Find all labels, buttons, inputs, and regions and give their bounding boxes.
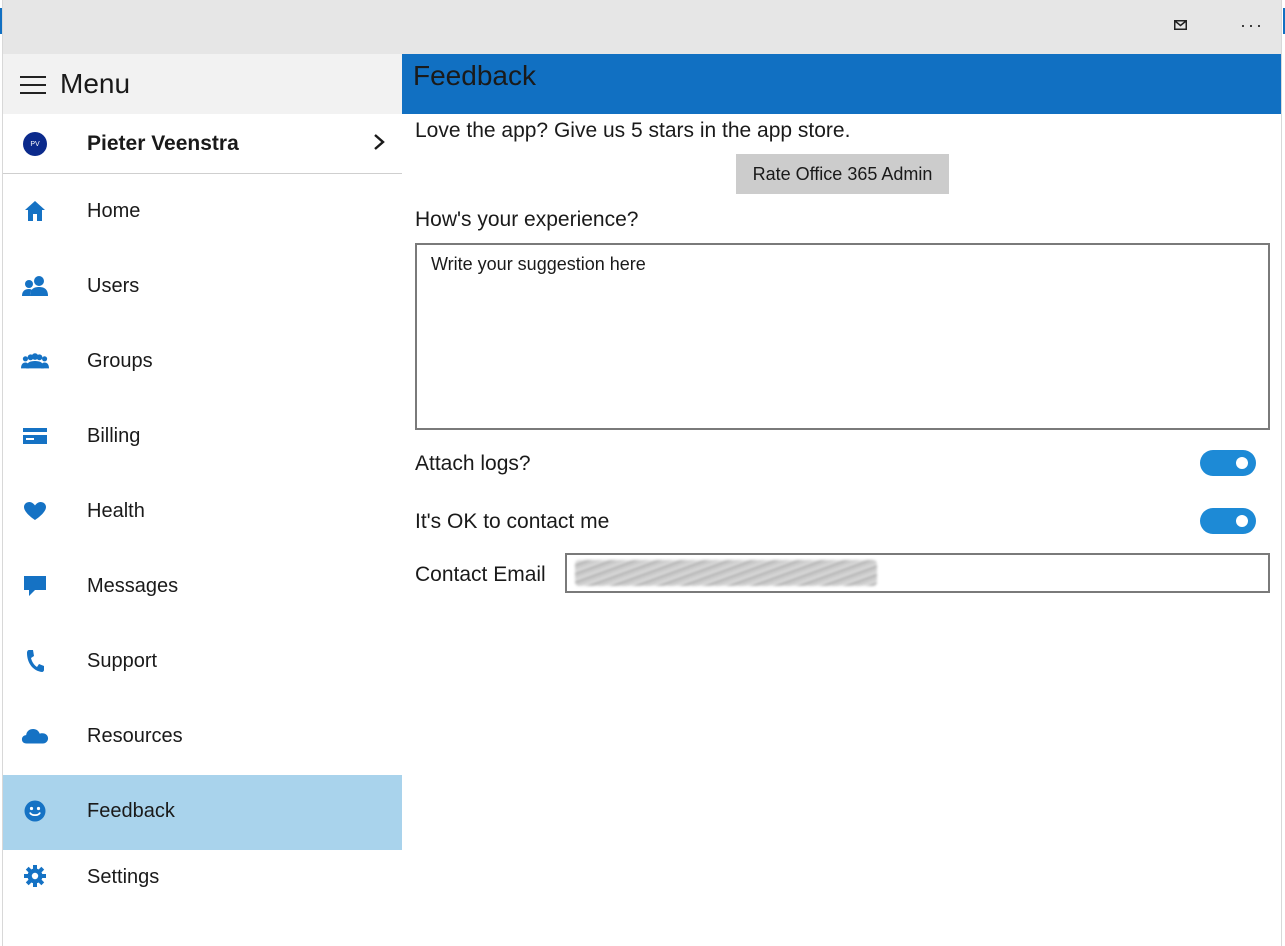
sidebar-item-label: Health [87, 500, 145, 522]
nav-list: Home Users Groups Billing Health Message… [3, 175, 402, 925]
toggle-knob [1236, 457, 1248, 469]
sidebar-item-label: Home [87, 200, 141, 222]
sidebar-item-feedback[interactable]: Feedback [3, 775, 402, 850]
attach-logs-label: Attach logs? [415, 452, 531, 475]
contact-email-label: Contact Email [415, 563, 546, 586]
sidebar-item-label: Resources [87, 725, 183, 747]
sidebar-item-label: Messages [87, 575, 179, 597]
gear-icon [21, 864, 49, 888]
chevron-right-icon [374, 134, 385, 150]
sidebar-item-home[interactable]: Home [3, 175, 402, 250]
app-window: ··· Menu PV Pieter Veenstra Home Users G… [0, 0, 1285, 946]
contact-ok-toggle[interactable] [1200, 508, 1256, 534]
menu-title: Menu [60, 68, 131, 99]
main-content: Feedback Love the app? Give us 5 stars i… [402, 54, 1281, 946]
menu-header: Menu [3, 54, 402, 114]
page-title: Feedback [413, 60, 536, 91]
heart-icon [21, 499, 49, 523]
user-profile-row[interactable]: PV Pieter Veenstra [3, 114, 402, 174]
sidebar-item-groups[interactable]: Groups [3, 325, 402, 400]
avatar: PV [23, 132, 47, 156]
users-icon [21, 274, 49, 298]
mail-icon [1173, 20, 1187, 30]
sidebar-item-users[interactable]: Users [3, 250, 402, 325]
speech-bubble-icon [21, 574, 49, 598]
mail-button[interactable] [1163, 10, 1197, 40]
rate-prompt: Love the app? Give us 5 stars in the app… [415, 119, 851, 142]
sidebar-item-label: Feedback [87, 800, 175, 822]
sidebar-item-label: Groups [87, 350, 153, 372]
sidebar-item-billing[interactable]: Billing [3, 400, 402, 475]
hamburger-menu-icon[interactable] [20, 76, 46, 94]
credit-card-icon [21, 424, 49, 448]
title-bar: ··· [3, 0, 1281, 54]
user-name: Pieter Veenstra [87, 132, 239, 155]
sidebar-item-settings[interactable]: Settings [3, 850, 402, 925]
window-right-edge [1281, 0, 1285, 946]
sidebar-item-support[interactable]: Support [3, 625, 402, 700]
suggestion-input[interactable] [415, 243, 1270, 430]
sidebar-item-label: Users [87, 275, 140, 297]
toggle-knob [1236, 515, 1248, 527]
phone-icon [21, 649, 49, 673]
rate-app-button[interactable]: Rate Office 365 Admin [736, 154, 949, 194]
smiley-icon [21, 799, 49, 823]
sidebar-item-label: Billing [87, 425, 141, 447]
redacted-email-value [575, 560, 877, 586]
page-header: Feedback [402, 54, 1281, 114]
sidebar-item-messages[interactable]: Messages [3, 550, 402, 625]
sidebar-item-resources[interactable]: Resources [3, 700, 402, 775]
home-icon [21, 199, 49, 223]
groups-icon [21, 349, 49, 373]
cloud-icon [21, 724, 49, 748]
sidebar: Menu PV Pieter Veenstra Home Users Group… [3, 54, 402, 946]
sidebar-item-label: Support [87, 650, 158, 672]
sidebar-item-label: Settings [87, 866, 160, 888]
more-options-button[interactable]: ··· [1235, 10, 1269, 40]
experience-label: How's your experience? [415, 208, 639, 231]
attach-logs-toggle[interactable] [1200, 450, 1256, 476]
contact-ok-label: It's OK to contact me [415, 510, 610, 533]
sidebar-item-health[interactable]: Health [3, 475, 402, 550]
